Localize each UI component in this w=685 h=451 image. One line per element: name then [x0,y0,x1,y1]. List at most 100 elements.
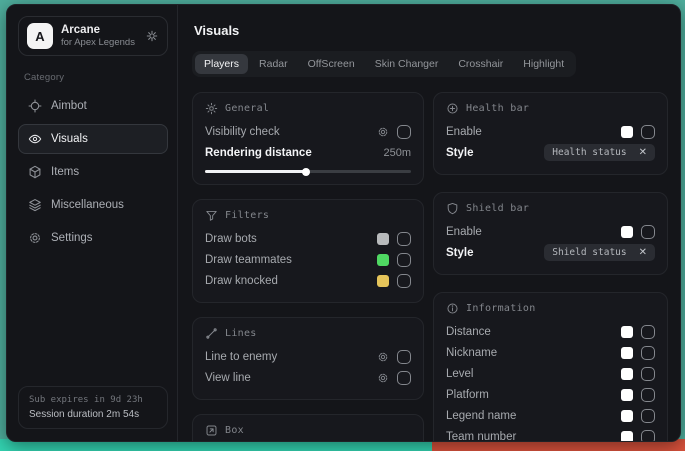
health-style-select[interactable]: Health status ✕ [544,144,655,161]
card-box-header: Box [205,424,411,437]
selected-value: Shield status [552,247,626,258]
checkbox-line-to-enemy[interactable] [397,350,411,364]
circle-plus-icon [446,102,459,115]
color-swatch[interactable] [621,126,633,138]
color-swatch[interactable] [377,275,389,287]
rendering-distance-slider[interactable] [205,170,411,173]
page-title: Visuals [194,23,668,38]
right-column: Health bar Enable Style Health status [433,92,668,441]
tab-skin-changer[interactable]: Skin Changer [366,54,448,74]
option-label: Platform [446,389,489,401]
color-swatch[interactable] [621,431,633,442]
content-area: General Visibility check [192,92,668,441]
shield-icon [446,202,459,215]
slider-fill [205,170,306,173]
sidebar-item-items[interactable]: Items [18,157,168,187]
checkbox-draw-bots[interactable] [397,232,411,246]
option-row-level: Level [446,363,655,384]
card-health-bar: Health bar Enable Style Health status [433,92,668,175]
color-swatch[interactable] [377,233,389,245]
tab-highlight[interactable]: Highlight [514,54,573,74]
checkbox-team-number[interactable] [641,430,655,442]
subscription-card: Sub expires in 9d 23h Session duration 2… [18,386,168,429]
checkbox-view-line[interactable] [397,371,411,385]
checkbox-visibility-check[interactable] [397,125,411,139]
option-row-shield-enable: Enable [446,221,655,242]
info-icon [446,302,459,315]
option-label: Draw bots [205,233,257,245]
sidebar-item-label: Items [51,166,79,178]
checkbox-platform[interactable] [641,388,655,402]
close-icon[interactable]: ✕ [639,148,647,158]
option-row-legend-name: Legend name [446,405,655,426]
gear-icon[interactable] [145,29,159,43]
gear-icon[interactable] [377,372,389,384]
gear-icon[interactable] [377,351,389,363]
option-label: Legend name [446,410,516,422]
option-label: Style [446,247,474,259]
sidebar-item-miscellaneous[interactable]: Miscellaneous [18,190,168,220]
tab-crosshair[interactable]: Crosshair [449,54,512,74]
option-label: Draw knocked [205,275,278,287]
close-icon[interactable]: ✕ [639,248,647,258]
card-title: General [225,103,269,114]
card-title: Box [225,425,244,436]
card-lines: Lines Line to enemy [192,317,424,400]
checkbox-nickname[interactable] [641,346,655,360]
card-filters: Filters Draw bots Draw teammates [192,199,424,303]
sidebar-item-label: Aimbot [51,100,87,112]
option-row-view-line: View line [205,367,411,388]
option-row-nickname: Nickname [446,342,655,363]
gear-icon[interactable] [377,126,389,138]
sidebar-item-label: Visuals [51,133,88,145]
sidebar-item-visuals[interactable]: Visuals [18,124,168,154]
color-swatch[interactable] [377,254,389,266]
option-row-distance: Distance [446,321,655,342]
sidebar-item-label: Miscellaneous [51,199,124,211]
color-swatch[interactable] [621,389,633,401]
main-panel: Visuals Players Radar OffScreen Skin Cha… [178,5,680,441]
sidebar-item-aimbot[interactable]: Aimbot [18,91,168,121]
app-logo: A [27,23,53,49]
color-swatch[interactable] [621,226,633,238]
card-information-header: Information [446,302,655,315]
diagonal-line-icon [205,327,218,340]
checkbox-legend-name[interactable] [641,409,655,423]
color-swatch[interactable] [621,326,633,338]
checkbox-draw-knocked[interactable] [397,274,411,288]
brightness-icon [205,102,218,115]
app-logo-card: A Arcane for Apex Legends [18,16,168,56]
option-row-line-to-enemy: Line to enemy [205,346,411,367]
layers-icon [28,198,42,212]
checkbox-shield-enable[interactable] [641,225,655,239]
checkbox-health-enable[interactable] [641,125,655,139]
option-row-draw-teammates: Draw teammates [205,249,411,270]
color-swatch[interactable] [621,410,633,422]
tab-players[interactable]: Players [195,54,248,74]
option-row-team-number: Team number [446,426,655,441]
checkbox-level[interactable] [641,367,655,381]
option-label: Distance [446,326,491,338]
app-window: A Arcane for Apex Legends Category Aimbo… [6,4,681,442]
option-label: Rendering distance [205,147,312,159]
card-title: Lines [225,328,257,339]
card-title: Shield bar [466,203,529,214]
color-swatch[interactable] [621,347,633,359]
card-information: Information Distance Nickname [433,292,668,441]
shield-style-select[interactable]: Shield status ✕ [544,244,655,261]
checkbox-distance[interactable] [641,325,655,339]
checkbox-draw-teammates[interactable] [397,253,411,267]
tab-radar[interactable]: Radar [250,54,297,74]
option-label: Line to enemy [205,351,277,363]
color-swatch[interactable] [621,368,633,380]
tab-offscreen[interactable]: OffScreen [299,54,364,74]
session-duration-text: Session duration 2m 54s [29,409,157,420]
category-label: Category [24,72,162,83]
option-row-health-enable: Enable [446,121,655,142]
cube-icon [28,165,42,179]
option-label: Visibility check [205,126,280,138]
slider-thumb[interactable] [302,168,310,176]
option-row-rendering-distance: Rendering distance 250m [205,142,411,163]
option-row-health-style: Style Health status ✕ [446,142,655,163]
sidebar-item-settings[interactable]: Settings [18,223,168,253]
